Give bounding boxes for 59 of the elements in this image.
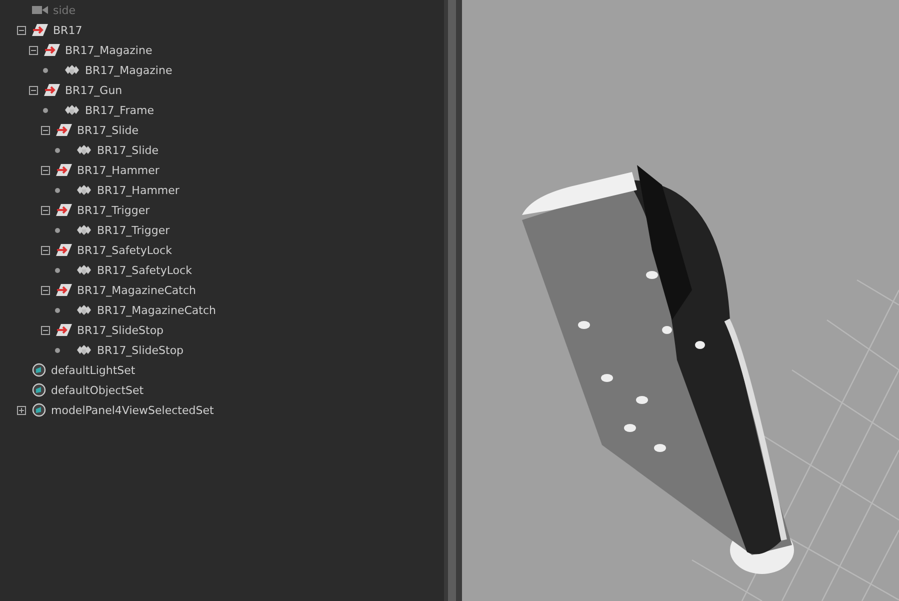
outliner-item[interactable]: BR17_MagazineCatch bbox=[77, 284, 196, 296]
outliner-item[interactable]: BR17_Gun bbox=[65, 84, 122, 96]
transform-icon bbox=[32, 24, 48, 36]
expand-toggle[interactable] bbox=[16, 24, 27, 36]
transform-icon bbox=[44, 44, 60, 56]
expand-toggle[interactable] bbox=[40, 124, 51, 136]
expand-toggle[interactable] bbox=[28, 44, 39, 56]
outliner-item[interactable]: BR17_SafetyLock bbox=[77, 244, 172, 256]
outliner-item[interactable]: BR17_Hammer bbox=[77, 164, 160, 176]
connector-dot bbox=[43, 68, 48, 72]
outliner-item[interactable]: BR17_Trigger bbox=[97, 224, 170, 236]
outliner-item[interactable]: modelPanel4ViewSelectedSet bbox=[51, 404, 214, 416]
outliner-item[interactable]: BR17_Slide bbox=[77, 124, 139, 136]
mesh-icon bbox=[76, 145, 92, 155]
outliner-item[interactable]: BR17_Frame bbox=[85, 104, 154, 116]
expand-toggle[interactable] bbox=[40, 164, 51, 176]
expand-toggle[interactable] bbox=[40, 244, 51, 256]
set-icon bbox=[32, 383, 46, 397]
connector-dot bbox=[55, 148, 60, 152]
connector-dot bbox=[55, 268, 60, 272]
expand-toggle[interactable] bbox=[40, 204, 51, 216]
transform-icon bbox=[56, 124, 72, 136]
outliner-item[interactable]: BR17_Trigger bbox=[77, 204, 150, 216]
set-icon bbox=[32, 363, 46, 377]
outliner-item[interactable]: BR17_Slide bbox=[97, 144, 159, 156]
mesh-icon bbox=[76, 305, 92, 315]
expand-toggle[interactable] bbox=[28, 84, 39, 96]
outliner-item[interactable]: BR17_SlideStop bbox=[77, 324, 164, 336]
transform-icon bbox=[56, 324, 72, 336]
mesh-icon bbox=[76, 185, 92, 195]
camera-icon bbox=[32, 5, 48, 15]
outliner-item[interactable]: BR17_Magazine bbox=[65, 44, 152, 56]
mesh-icon bbox=[76, 345, 92, 355]
set-icon bbox=[32, 403, 46, 417]
transform-icon bbox=[56, 164, 72, 176]
connector-dot bbox=[55, 348, 60, 352]
outliner-item[interactable]: BR17_MagazineCatch bbox=[97, 304, 216, 316]
outliner-item[interactable]: BR17_Hammer bbox=[97, 184, 180, 196]
outliner-item[interactable]: defaultObjectSet bbox=[51, 384, 144, 396]
expand-toggle[interactable] bbox=[40, 284, 51, 296]
connector-dot bbox=[55, 308, 60, 312]
outliner-item[interactable]: BR17_SafetyLock bbox=[97, 264, 192, 276]
connector-dot bbox=[43, 108, 48, 112]
mesh-icon bbox=[64, 65, 80, 75]
transform-icon bbox=[44, 84, 60, 96]
transform-icon bbox=[56, 204, 72, 216]
outliner-item[interactable]: BR17_SlideStop bbox=[97, 344, 184, 356]
outliner-item[interactable]: BR17 bbox=[53, 24, 82, 36]
connector-dot bbox=[55, 228, 60, 232]
expand-toggle[interactable] bbox=[16, 404, 27, 416]
transform-icon bbox=[56, 244, 72, 256]
outliner-item[interactable]: defaultLightSet bbox=[51, 364, 136, 376]
expand-toggle[interactable] bbox=[40, 324, 51, 336]
mesh-icon bbox=[76, 265, 92, 275]
outliner-item[interactable]: BR17_Magazine bbox=[85, 64, 172, 76]
connector-dot bbox=[55, 188, 60, 192]
mesh-icon bbox=[64, 105, 80, 115]
transform-icon bbox=[56, 284, 72, 296]
mesh-icon bbox=[76, 225, 92, 235]
